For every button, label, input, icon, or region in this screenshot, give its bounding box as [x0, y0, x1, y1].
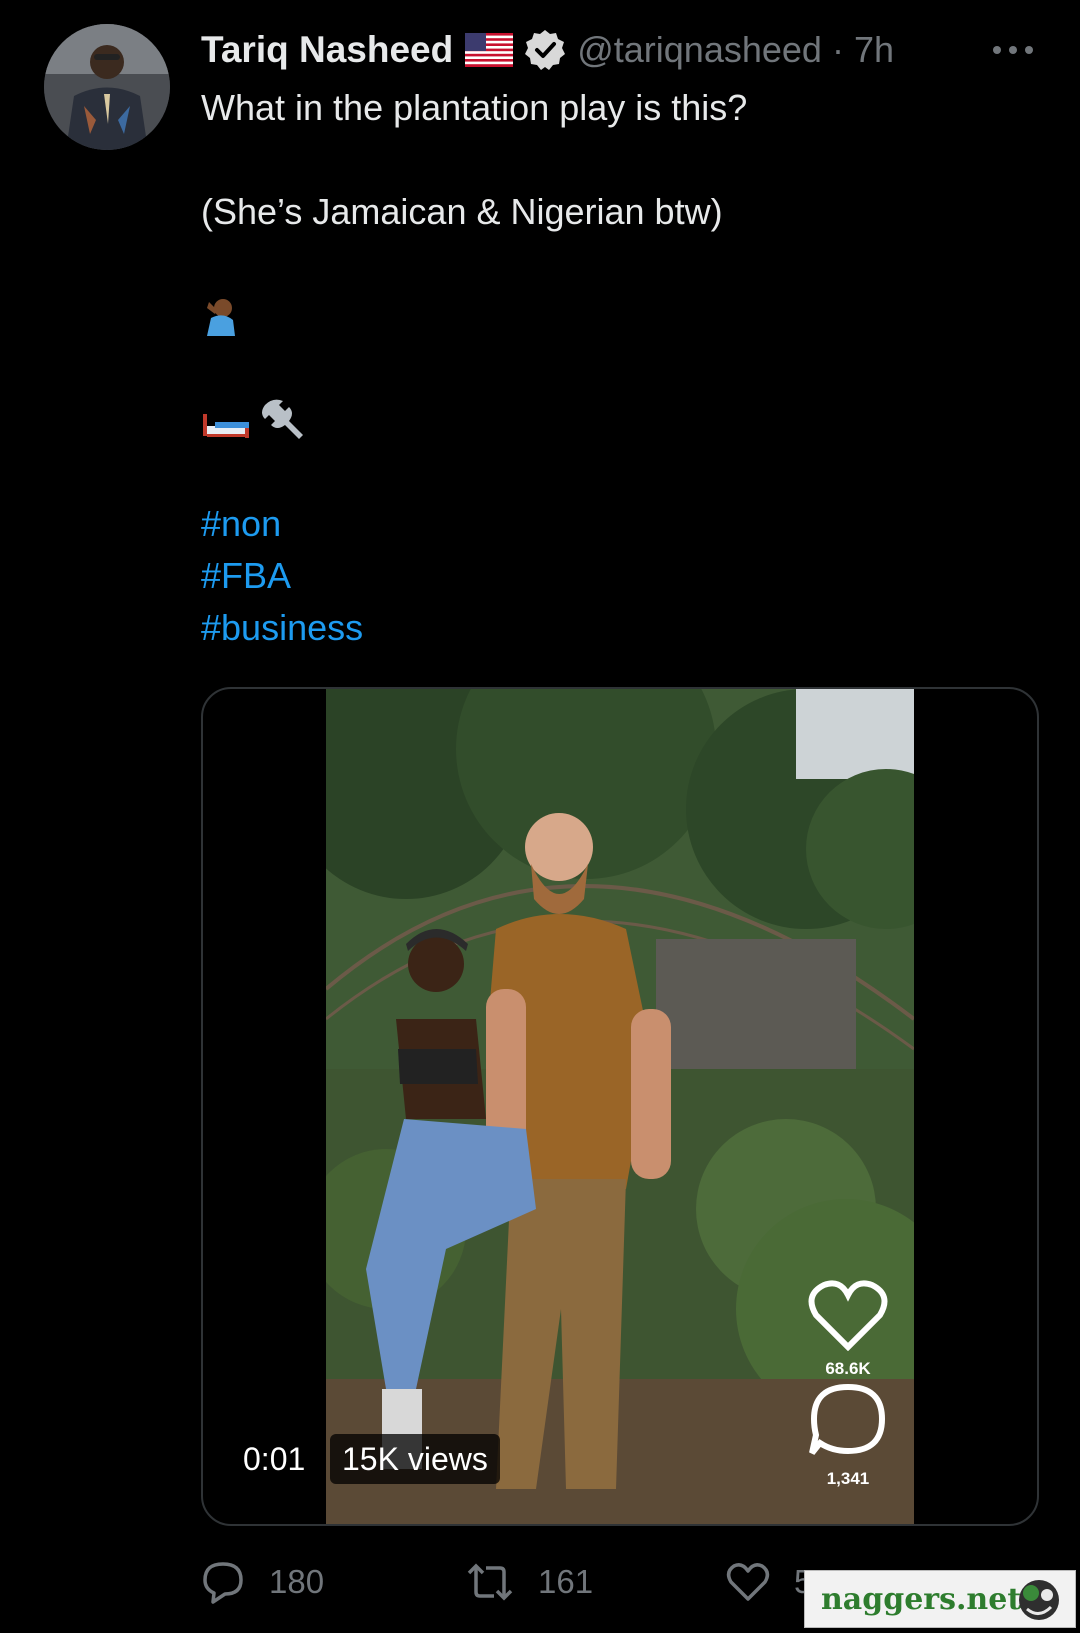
video-comment-stat[interactable]: 1,341 [808, 1381, 888, 1489]
watermark-text: naggers.net [821, 1581, 1022, 1617]
user-handle[interactable]: @tariqnasheed [577, 29, 822, 71]
tweet-text-line-2: (She’s Jamaican & Nigerian btw) [201, 191, 723, 232]
hashtag-business[interactable]: #business [201, 607, 363, 648]
tweet-time[interactable]: 7h [854, 29, 894, 71]
video-like-count: 68.6K [825, 1359, 871, 1378]
avatar-image [44, 24, 170, 150]
hashtag-non[interactable]: #non [201, 503, 281, 544]
video-timestamp: 0:01 [243, 1441, 306, 1477]
avatar[interactable] [44, 24, 170, 150]
us-flag-icon [465, 33, 514, 67]
watermark: naggers.net [804, 1570, 1076, 1628]
hashtag-fba[interactable]: #FBA [201, 555, 291, 596]
header-separator: · [831, 29, 844, 70]
display-name[interactable]: Tariq Nasheed [201, 29, 453, 71]
bed-emoji [203, 414, 249, 438]
retweet-count: 161 [538, 1563, 594, 1600]
tweet-header: Tariq Nasheed @tariqnasheed · 7h [201, 24, 894, 76]
reply-icon [203, 1562, 243, 1604]
facepalm-emoji [207, 299, 235, 336]
tweet-text: What in the plantation play is this? (Sh… [201, 82, 1021, 654]
video-frame[interactable]: 68.6K 1,341 [326, 689, 914, 1524]
verified-badge-icon [525, 30, 566, 70]
tweet-text-line-1: What in the plantation play is this? [201, 87, 748, 128]
video-comment-count: 1,341 [826, 1469, 870, 1488]
video-card[interactable]: 68.6K 1,341 0:01 15K views [201, 687, 1039, 1526]
reply-count: 180 [269, 1563, 325, 1600]
video-heart-icon [808, 1280, 888, 1351]
reply-button[interactable]: 180 [201, 1557, 324, 1607]
video-views: 15K views [330, 1434, 500, 1484]
more-icon[interactable] [993, 38, 1033, 62]
video-like-stat[interactable]: 68.6K [808, 1279, 888, 1379]
wrench-emoji [262, 399, 303, 439]
video-comment-icon [809, 1383, 886, 1455]
watermark-logo-icon [1019, 1580, 1059, 1620]
retweet-button[interactable]: 161 [466, 1557, 593, 1607]
retweet-icon [467, 1563, 513, 1601]
like-icon [726, 1563, 770, 1601]
